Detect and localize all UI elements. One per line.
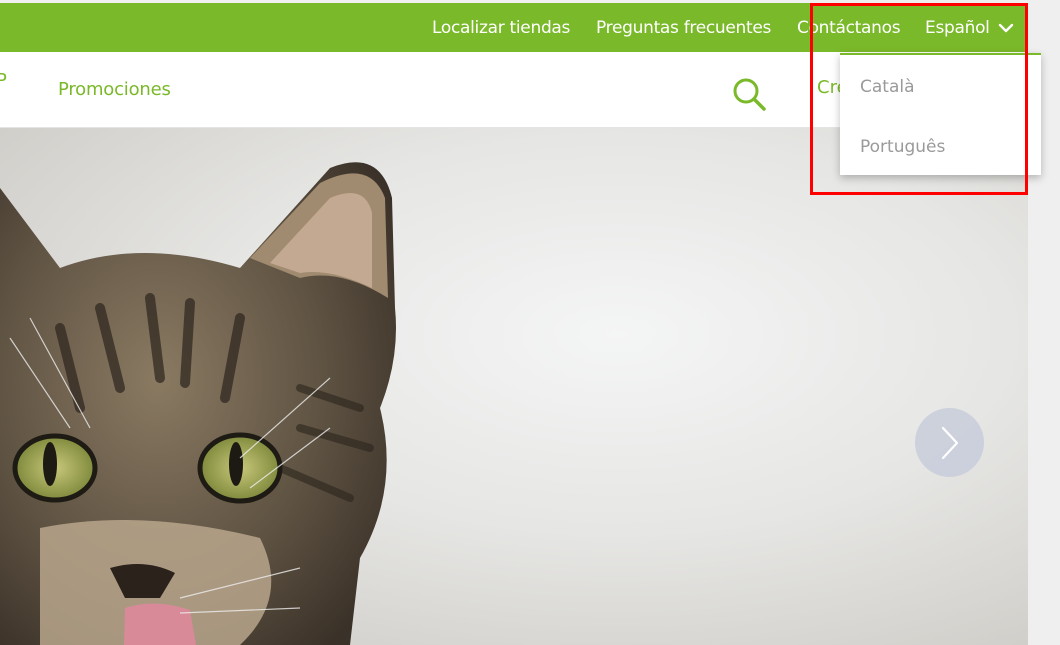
language-option-catalan[interactable]: Català — [860, 77, 915, 97]
contact-link[interactable]: Contáctanos — [797, 17, 901, 39]
carousel-next-button[interactable] — [915, 408, 984, 477]
language-option-portuguese[interactable]: Português — [860, 137, 945, 157]
nav-item-partial[interactable]: P — [0, 70, 7, 91]
hero-carousel — [0, 128, 1028, 645]
nav-item-promotions[interactable]: Promociones — [58, 79, 171, 100]
chevron-right-icon — [941, 426, 958, 459]
language-selector[interactable]: Español — [925, 17, 1014, 39]
store-locator-link[interactable]: Localizar tiendas — [432, 17, 570, 39]
chevron-down-icon — [998, 23, 1013, 33]
language-dropdown: Català Português — [840, 53, 1041, 175]
language-selector-label: Español — [925, 18, 990, 38]
search-icon[interactable] — [731, 76, 767, 112]
hero-image-cat — [0, 162, 396, 645]
faq-link[interactable]: Preguntas frecuentes — [596, 17, 771, 39]
top-utility-bar: Localizar tiendas Preguntas frecuentes C… — [0, 3, 1028, 52]
